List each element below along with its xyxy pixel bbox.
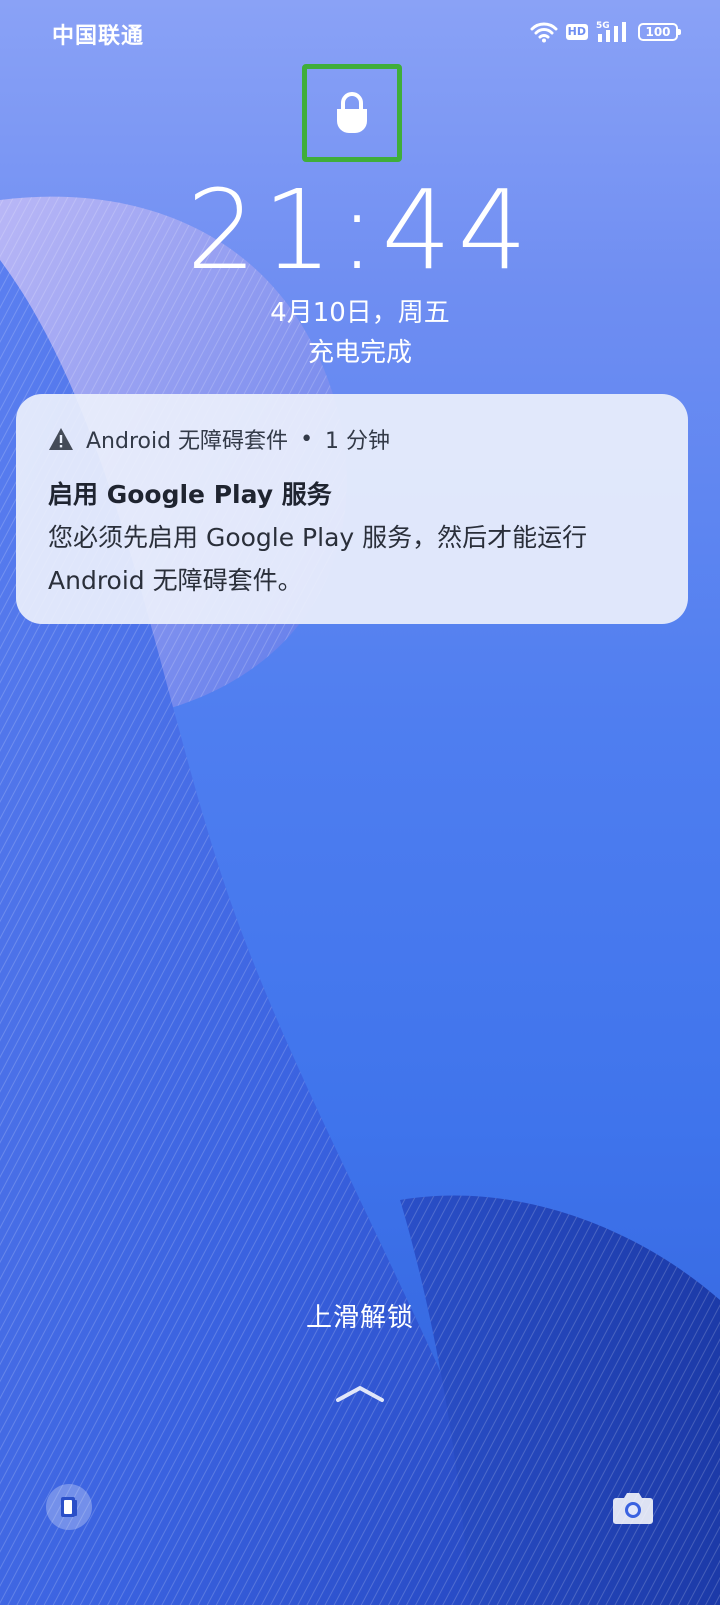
wallet-icon <box>61 1497 77 1517</box>
notification-separator: • <box>300 426 314 452</box>
carrier-name: 中国联通 <box>52 24 145 49</box>
battery-level: 100 <box>645 25 671 39</box>
chevron-up-icon[interactable] <box>330 1378 390 1408</box>
warning-icon <box>49 428 73 450</box>
clock-time: 21:44 <box>186 166 534 294</box>
camera-shortcut-button[interactable] <box>610 1486 656 1528</box>
lock-screen: 中国联通 HD 5G 100 21:44 4月10日，周五 充电完成 Andro… <box>0 0 720 1605</box>
unlock-hint: 上滑解锁 <box>305 1303 414 1333</box>
notification-title: 启用 Google Play 服务 <box>48 480 332 509</box>
network-label: 5G <box>596 21 610 31</box>
wallet-shortcut-button[interactable] <box>46 1484 92 1530</box>
date-label: 4月10日，周五 <box>270 298 450 328</box>
notification-header: Android 无障碍套件 • 1 分钟 <box>48 422 656 456</box>
notification-app-name: Android 无障碍套件 <box>86 429 289 454</box>
charge-status: 充电完成 <box>307 338 412 368</box>
status-bar: 中国联通 HD 5G 100 <box>0 0 720 64</box>
camera-icon <box>613 1493 653 1524</box>
notification-time: 1 分钟 <box>325 429 391 454</box>
wifi-icon <box>530 22 558 43</box>
battery-icon: 100 <box>638 23 681 41</box>
notification-card[interactable]: Android 无障碍套件 • 1 分钟 启用 Google Play 服务 您… <box>16 394 688 624</box>
lock-button[interactable] <box>302 64 402 162</box>
notification-body: 您必须先启用 Google Play 服务，然后才能运行 Android 无障碍… <box>48 523 588 595</box>
status-icons: HD 5G 100 <box>530 20 681 44</box>
hd-badge: HD <box>565 24 588 40</box>
signal-icon: 5G <box>596 21 626 42</box>
lock-icon <box>337 92 367 133</box>
